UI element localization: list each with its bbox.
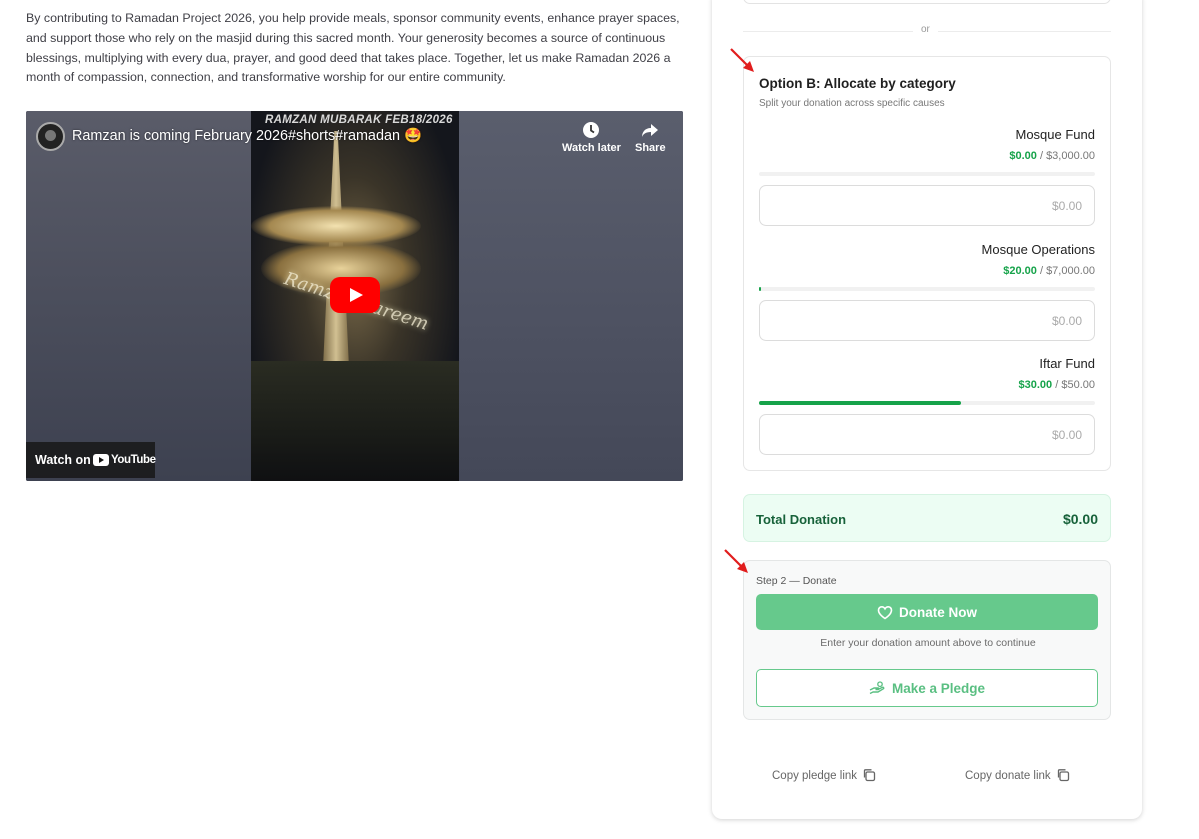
progress-bar [759,401,1095,405]
raised-amount: $30.00 [1018,379,1053,391]
copy-pledge-link-label: Copy pledge link [772,770,858,782]
donate-now-label: Donate Now [898,604,977,620]
copy-icon [1057,769,1069,782]
watch-on-youtube-button[interactable]: Watch on YouTube [26,442,156,478]
category-name: Iftar Fund [1039,356,1095,371]
raised-amount: $0.00 [1009,150,1037,162]
intro-paragraph: By contributing to Ramadan Project 2026,… [26,11,680,85]
previous-input-edge[interactable] [743,0,1111,4]
hand-coin-icon [869,680,885,694]
share-label: Share [635,142,666,154]
video-embed[interactable]: Ramzan Kareem RAMZAN MUBARAK FEB18/2026 … [26,111,683,481]
or-divider: or [743,24,1111,38]
video-blur-right [459,111,683,481]
raised-amount: $20.00 [1003,265,1037,277]
red-arrow-icon [730,48,754,72]
progress-fill [759,401,961,405]
goal-amount: $7,000.00 [1046,265,1095,277]
category-name: Mosque Operations [981,242,1095,257]
watch-on-label: Watch on [35,453,91,467]
mosque-fund-amount-input[interactable] [759,185,1095,226]
copy-donate-link-button[interactable]: Copy donate link [965,768,1070,782]
option-b-subtitle: Split your donation across specific caus… [759,98,945,109]
share-button[interactable]: Share [635,121,666,154]
donate-now-button[interactable]: Donate Now [756,594,1098,630]
progress-fill [759,287,761,291]
mosque-operations-amount-input[interactable] [759,300,1095,341]
donation-card: or Option B: Allocate by category Split … [712,0,1142,819]
category-amounts: $20.00 / $7,000.00 [1003,265,1095,277]
option-b-title: Option B: Allocate by category [759,76,956,91]
or-label: or [913,24,938,35]
progress-bar [759,287,1095,291]
share-icon [642,124,659,137]
copy-donate-link-label: Copy donate link [965,770,1051,782]
iftar-fund-amount-input[interactable] [759,414,1095,455]
video-overlay-text: RAMZAN MUBARAK FEB18/2026 [265,114,453,126]
total-donation-value: $0.00 [1062,511,1098,527]
category-amounts: $30.00 / $50.00 [1018,379,1095,391]
video-blur-left [26,111,251,481]
category-name: Mosque Fund [1015,127,1096,142]
clock-icon [583,122,600,138]
total-donation-label: Total Donation [756,512,847,527]
category-amounts: $0.00 / $3,000.00 [1009,150,1095,162]
goal-amount: $3,000.00 [1046,150,1095,162]
youtube-logo-icon [93,454,109,466]
donate-hint: Enter your donation amount above to cont… [820,637,1036,649]
red-arrow-icon [724,549,748,573]
channel-avatar[interactable] [36,122,65,151]
make-pledge-label: Make a Pledge [891,680,986,696]
video-title[interactable]: Ramzan is coming February 2026#shorts#ra… [72,127,422,144]
frame-base-graphic [251,361,459,481]
option-b-panel: Option B: Allocate by category Split you… [743,56,1111,471]
watch-later-button[interactable]: Watch later [562,121,621,154]
step2-label: Step 2 — Donate [756,575,837,587]
goal-amount: $50.00 [1061,379,1095,391]
make-pledge-button[interactable]: Make a Pledge [756,669,1098,707]
youtube-wordmark: YouTube [111,454,156,466]
step2-panel: Step 2 — Donate Donate Now Enter your do… [743,560,1111,720]
copy-pledge-link-button[interactable]: Copy pledge link [772,768,876,782]
lantern-ring-graphic [251,206,421,246]
watch-later-label: Watch later [562,142,621,154]
copy-icon [863,769,876,782]
progress-bar [759,172,1095,176]
heart-icon [877,605,893,619]
total-donation-box: Total Donation $0.00 [743,494,1111,542]
play-button[interactable] [330,277,380,313]
